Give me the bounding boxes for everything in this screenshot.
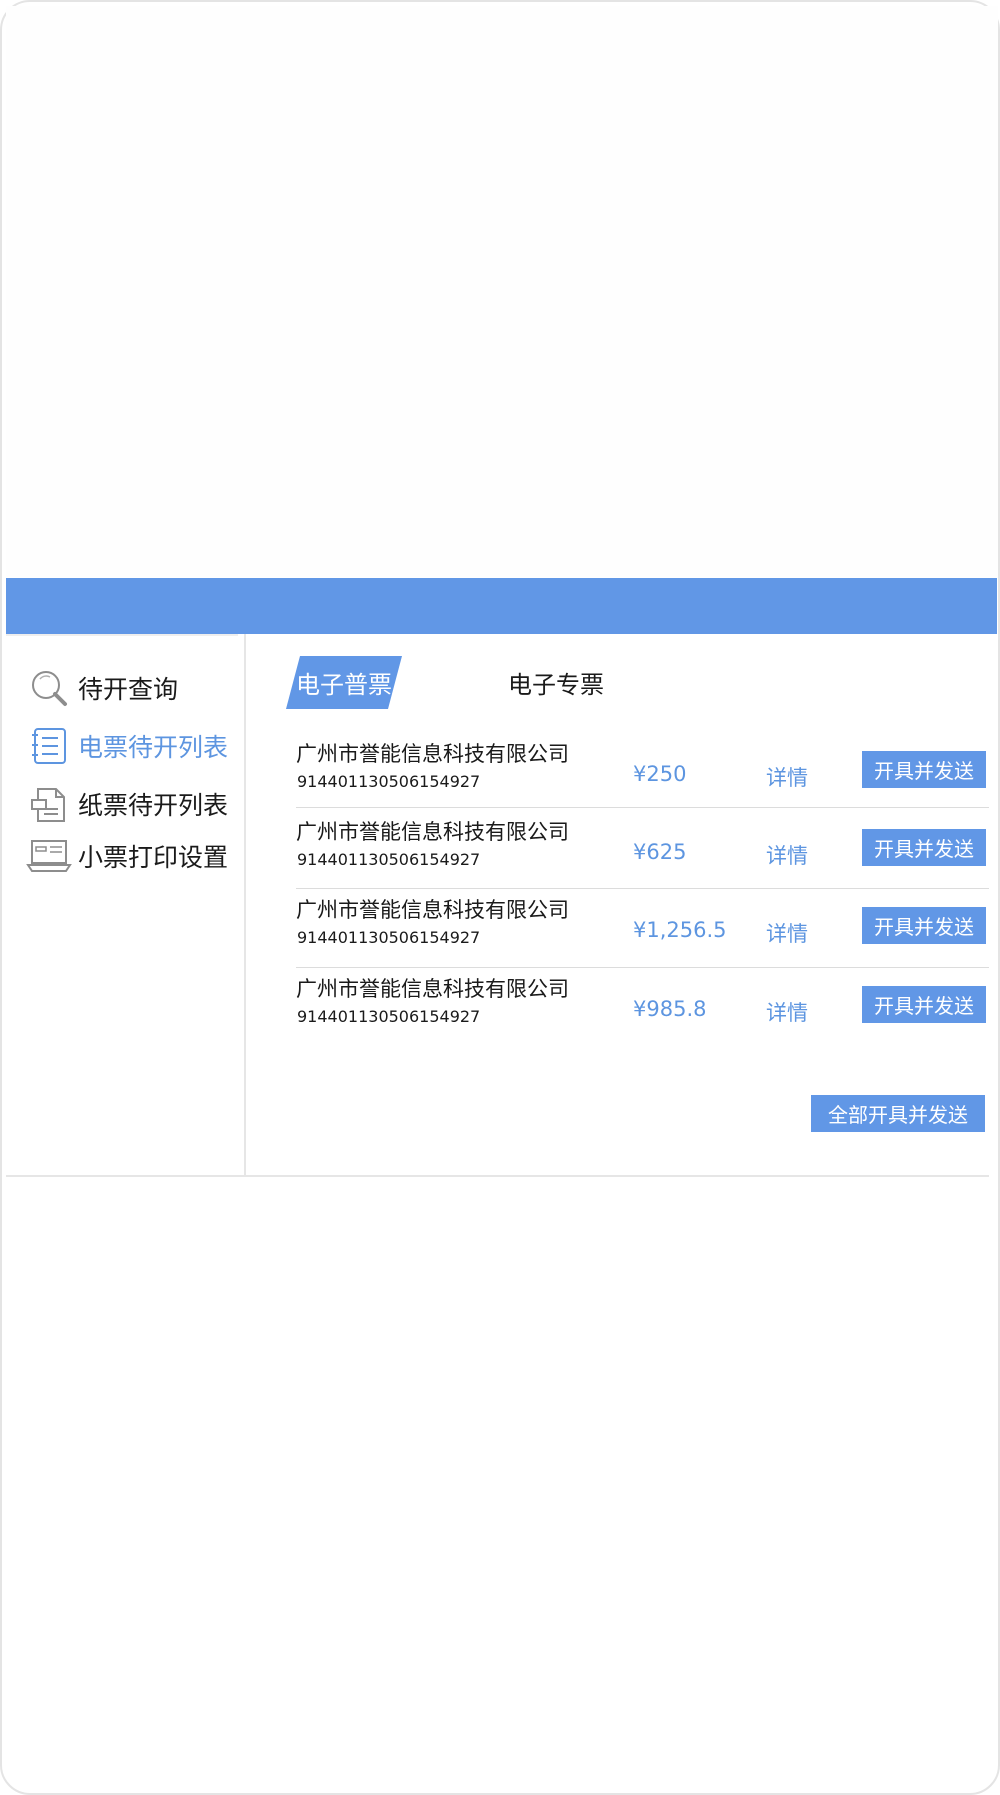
divider [6, 634, 238, 636]
row-divider [296, 807, 989, 808]
sidebar-item-label: 电票待开列表 [78, 733, 229, 762]
paper-invoice-icon [26, 781, 72, 827]
sidebar-item-paper-invoice-list[interactable]: 纸票待开列表 [26, 780, 228, 828]
invoice-row: 广州市誉能信息科技有限公司 914401130506154927 ¥985.8 … [296, 967, 989, 1045]
sidebar-item-label: 纸票待开列表 [78, 791, 229, 820]
sidebar-item-e-invoice-list[interactable]: 电票待开列表 [26, 722, 228, 770]
invoice-row: 广州市誉能信息科技有限公司 914401130506154927 ¥625 详情… [296, 810, 989, 888]
issue-and-send-button[interactable]: 开具并发送 [862, 986, 986, 1023]
tax-id: 914401130506154927 [297, 772, 481, 791]
invoice-amount: ¥250 [633, 762, 687, 786]
tax-id: 914401130506154927 [297, 928, 481, 947]
details-link[interactable]: 详情 [766, 840, 808, 870]
company-name: 广州市誉能信息科技有限公司 [296, 977, 569, 1001]
details-link[interactable]: 详情 [766, 762, 808, 792]
sidebar: 待开查询 电票待开列表 纸票待开列表 小票打印设置 [6, 634, 246, 1175]
issue-and-send-button[interactable]: 开具并发送 [862, 907, 986, 944]
sidebar-item-label: 小票打印设置 [78, 843, 229, 872]
blank-area [6, 6, 998, 577]
tax-id: 914401130506154927 [297, 850, 481, 869]
details-link[interactable]: 详情 [766, 918, 808, 948]
search-icon [26, 665, 72, 711]
invoice-amount: ¥1,256.5 [633, 918, 727, 942]
issue-and-send-button[interactable]: 开具并发送 [862, 751, 986, 788]
app-frame: 待开查询 电票待开列表 纸票待开列表 小票打印设置 电子普票 电子专票 广州市誉… [0, 0, 1000, 1795]
company-name: 广州市誉能信息科技有限公司 [296, 898, 569, 922]
company-name: 广州市誉能信息科技有限公司 [296, 820, 569, 844]
sidebar-item-pending-query[interactable]: 待开查询 [26, 664, 178, 712]
list-document-icon [26, 723, 72, 769]
issue-all-and-send-button[interactable]: 全部开具并发送 [811, 1095, 985, 1132]
header-band [6, 578, 997, 634]
invoice-content: 电子普票 电子专票 广州市誉能信息科技有限公司 9144011305061549… [246, 634, 989, 1175]
printer-icon [26, 833, 72, 879]
invoice-amount: ¥985.8 [633, 997, 707, 1021]
issue-and-send-button[interactable]: 开具并发送 [862, 829, 986, 866]
invoice-row: 广州市誉能信息科技有限公司 914401130506154927 ¥1,256.… [296, 888, 989, 966]
company-name: 广州市誉能信息科技有限公司 [296, 742, 569, 766]
tab-e-general-invoice[interactable]: 电子普票 [286, 656, 402, 709]
details-link[interactable]: 详情 [766, 997, 808, 1027]
tax-id: 914401130506154927 [297, 1007, 481, 1026]
invoice-row: 广州市誉能信息科技有限公司 914401130506154927 ¥250 详情… [296, 732, 989, 810]
tab-e-special-invoice[interactable]: 电子专票 [496, 656, 616, 709]
invoice-panel: 待开查询 电票待开列表 纸票待开列表 小票打印设置 电子普票 电子专票 广州市誉… [6, 634, 989, 1177]
sidebar-item-label: 待开查询 [78, 675, 179, 704]
sidebar-item-receipt-print-settings[interactable]: 小票打印设置 [26, 832, 228, 880]
invoice-amount: ¥625 [633, 840, 687, 864]
